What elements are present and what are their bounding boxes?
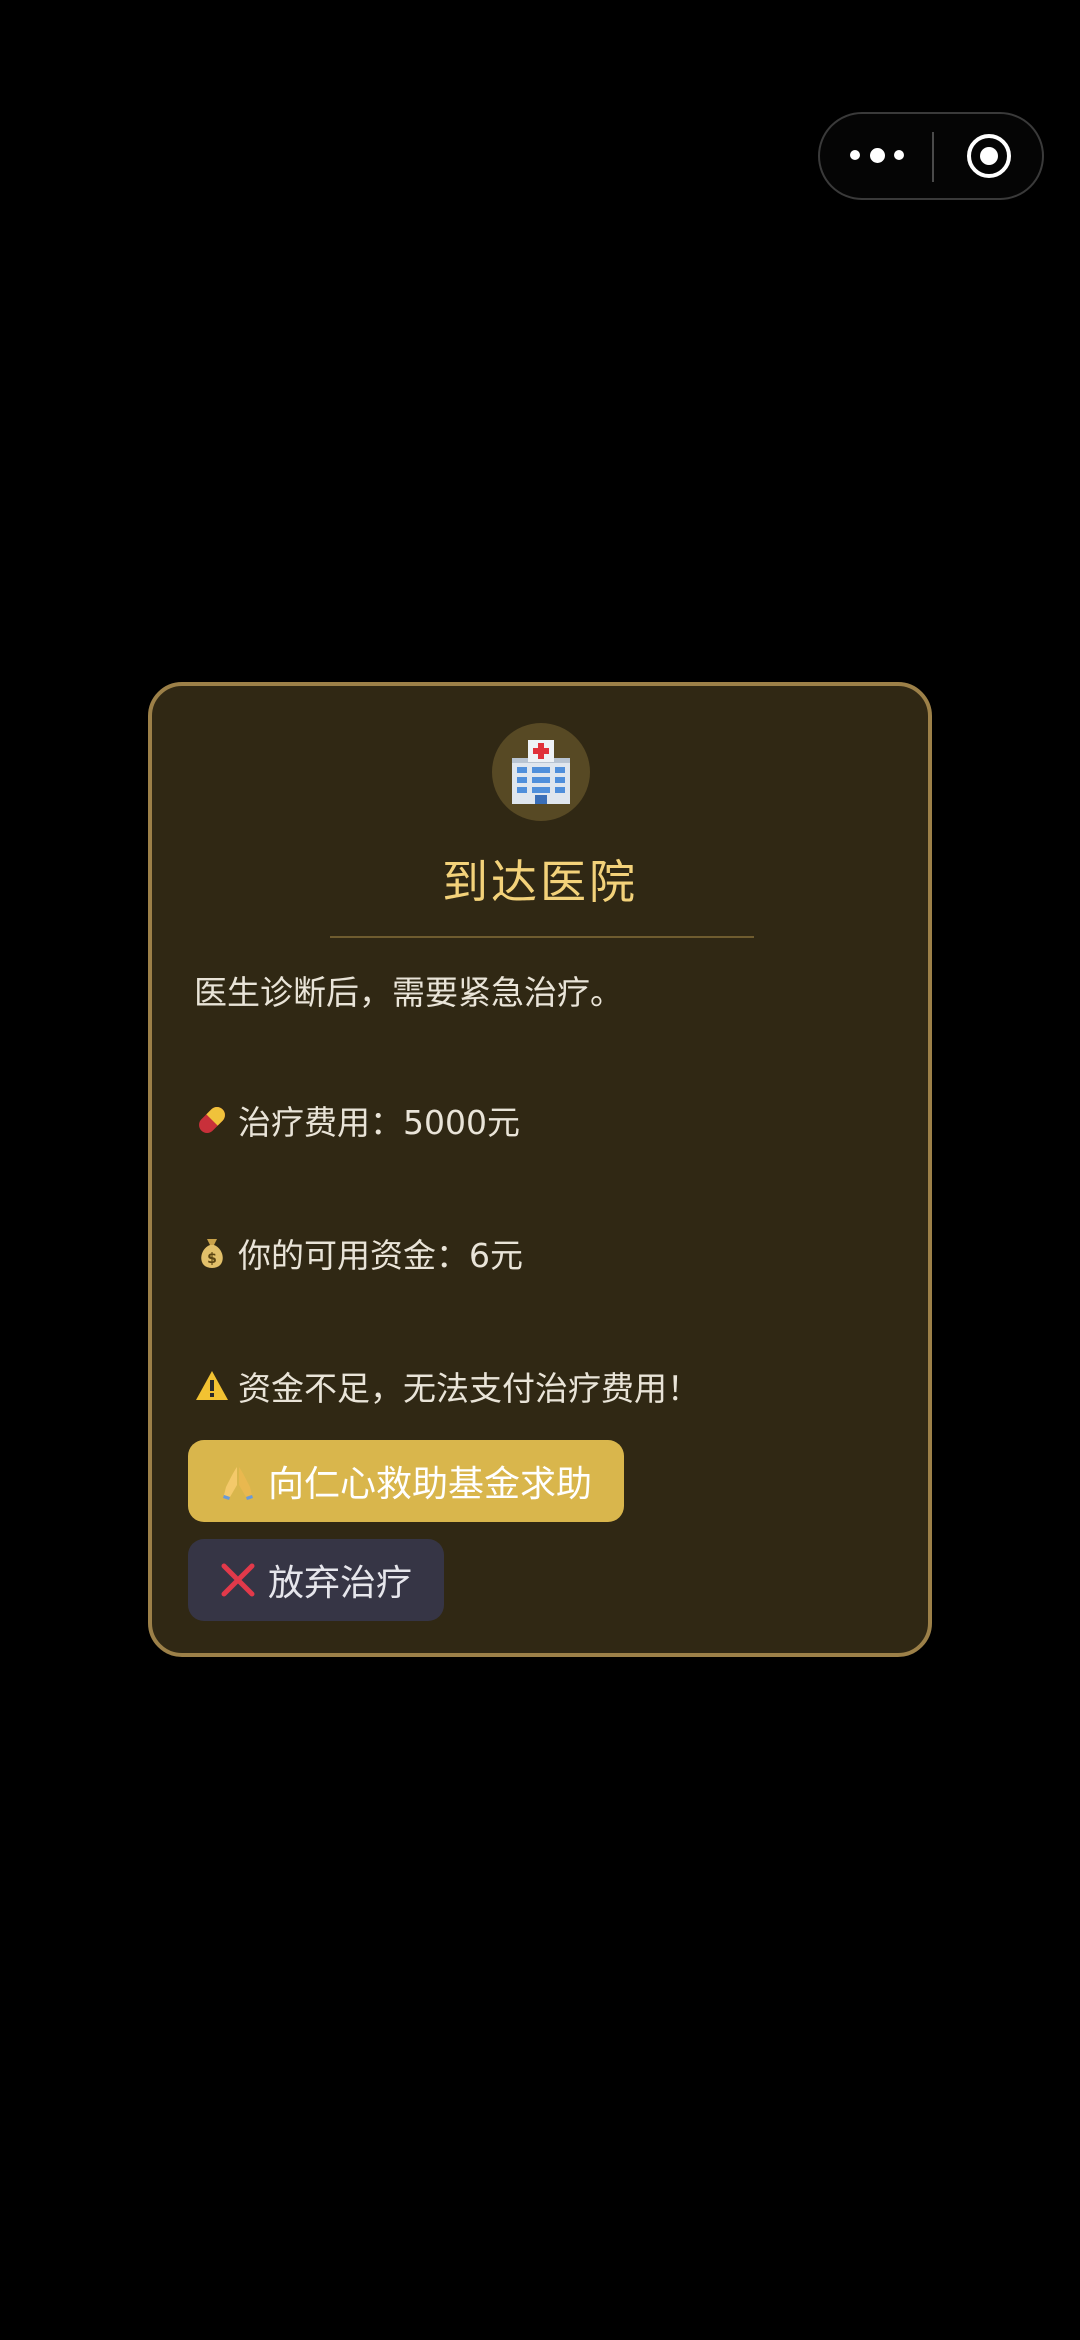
seek-fund-help-label: 向仁心救助基金求助 bbox=[268, 1464, 593, 1505]
funds-value: 6元 bbox=[469, 1236, 523, 1275]
svg-text:$: $ bbox=[207, 1251, 217, 1267]
funds-row: $ 你的可用资金： 6元 bbox=[194, 1229, 523, 1277]
treatment-cost-value: 5000元 bbox=[403, 1103, 520, 1142]
target-close-icon[interactable] bbox=[966, 133, 1012, 179]
treatment-cost-label: 治疗费用： bbox=[238, 1103, 403, 1142]
more-dots-icon[interactable] bbox=[850, 114, 910, 198]
miniprogram-capsule bbox=[818, 112, 1044, 200]
warning-icon bbox=[194, 1368, 230, 1404]
dialog-title: 到达医院 bbox=[442, 855, 638, 909]
hospital-icon bbox=[492, 723, 590, 821]
give-up-treatment-label: 放弃治疗 bbox=[268, 1563, 413, 1604]
money-bag-icon: $ bbox=[194, 1235, 230, 1271]
praying-hands-icon bbox=[218, 1461, 258, 1501]
give-up-treatment-button[interactable]: 放弃治疗 bbox=[188, 1539, 444, 1621]
treatment-cost-row: 治疗费用： 5000元 bbox=[194, 1096, 520, 1144]
hospital-dialog: 到达医院 医生诊断后，需要紧急治疗。 治疗费用： 5000元 $ 你的可用资金：… bbox=[148, 682, 932, 1657]
pill-icon bbox=[194, 1102, 230, 1138]
warning-text: 资金不足，无法支付治疗费用！ bbox=[238, 1369, 700, 1408]
diagnosis-text: 医生诊断后，需要紧急治疗。 bbox=[194, 966, 623, 1014]
warning-row: 资金不足，无法支付治疗费用！ bbox=[194, 1362, 700, 1410]
funds-label: 你的可用资金： bbox=[238, 1236, 469, 1275]
diagnosis-label: 医生诊断后，需要紧急治疗。 bbox=[194, 973, 623, 1012]
capsule-divider bbox=[932, 132, 934, 182]
seek-fund-help-button[interactable]: 向仁心救助基金求助 bbox=[188, 1440, 624, 1522]
title-divider bbox=[330, 936, 754, 938]
cross-mark-icon bbox=[218, 1560, 258, 1600]
